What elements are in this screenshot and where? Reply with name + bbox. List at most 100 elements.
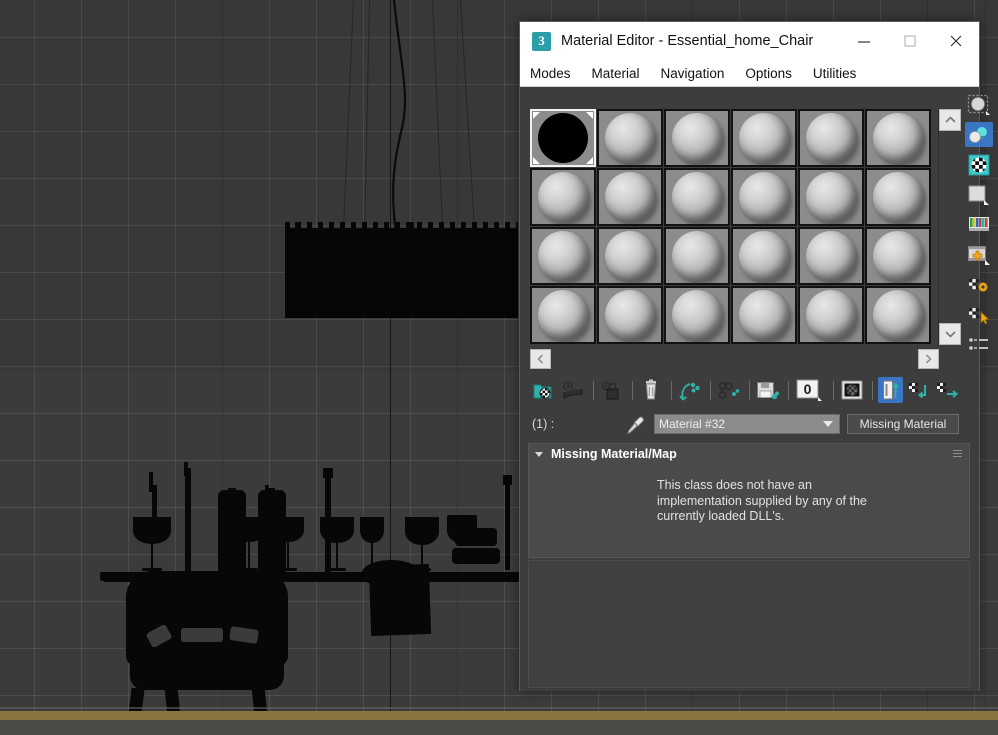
sample-sphere: [672, 113, 722, 163]
minimize-button[interactable]: [841, 23, 887, 60]
sample-slot-19[interactable]: [530, 286, 596, 344]
menu-material[interactable]: Material: [592, 66, 640, 81]
menu-utilities[interactable]: Utilities: [813, 66, 857, 81]
make-preview-icon[interactable]: [965, 242, 993, 267]
sample-sphere: [806, 113, 856, 163]
eyedropper-icon[interactable]: [624, 414, 646, 434]
material-type-button[interactable]: Missing Material: [847, 414, 959, 434]
toolbar-separator: [671, 380, 673, 400]
sample-uv-tiling-icon[interactable]: [965, 182, 993, 207]
lamp-cord-curved: [392, 0, 407, 232]
3dsmax-icon: 3: [532, 31, 551, 51]
select-by-material-icon[interactable]: [965, 302, 993, 327]
sample-slot-6[interactable]: [865, 109, 931, 167]
sample-slot-4[interactable]: [731, 109, 797, 167]
put-material-to-scene-icon[interactable]: [560, 377, 585, 403]
hanging-towel: [368, 563, 432, 637]
sample-slot-12[interactable]: [865, 168, 931, 226]
sample-sphere: [605, 172, 655, 222]
sample-slot-21[interactable]: [664, 286, 730, 344]
make-material-copy-icon[interactable]: [677, 377, 702, 403]
sample-slot-2[interactable]: [597, 109, 663, 167]
sample-sphere: [806, 172, 856, 222]
sample-sphere: [739, 290, 789, 340]
window-titlebar[interactable]: 3 Material Editor - Essential_home_Chair: [520, 22, 979, 60]
sample-type-icon[interactable]: [965, 92, 993, 117]
chevron-down-icon: [823, 421, 833, 427]
go-to-parent-icon[interactable]: [906, 377, 931, 403]
backlight-icon[interactable]: [965, 122, 993, 147]
sample-slot-options-toolbar[interactable]: [963, 92, 995, 357]
slot-active-corner-marker: [533, 112, 540, 119]
lamp-edge-2: [410, 222, 414, 318]
sample-sphere: [605, 231, 655, 281]
material-toolbar[interactable]: 0: [532, 375, 962, 405]
material-map-navigator-icon[interactable]: [965, 332, 993, 357]
slot-horizontal-scrollbar[interactable]: [530, 349, 939, 369]
show-shaded-material-in-viewport-icon[interactable]: [839, 377, 864, 403]
sample-slot-16[interactable]: [731, 227, 797, 285]
menu-modes[interactable]: Modes: [530, 66, 571, 81]
sample-slot-7[interactable]: [530, 168, 596, 226]
sample-slot-18[interactable]: [865, 227, 931, 285]
toolbar-separator: [872, 380, 873, 400]
lamp-edge-1: [295, 222, 299, 318]
material-name-row[interactable]: (1) : Material #32 Missing Material: [532, 413, 968, 435]
material-name-combobox[interactable]: Material #32: [654, 414, 840, 434]
sample-slot-23[interactable]: [798, 286, 864, 344]
material-id-channel-icon[interactable]: 0: [794, 377, 825, 403]
missing-material-rollout[interactable]: Missing Material/Map This class does not…: [528, 443, 970, 558]
close-button[interactable]: [933, 23, 979, 60]
get-material-icon[interactable]: [532, 377, 557, 403]
sample-sphere: [739, 172, 789, 222]
wine-glass-4-bowl: [320, 517, 354, 543]
sample-slot-15[interactable]: [664, 227, 730, 285]
rollout-title: Missing Material/Map: [551, 447, 677, 461]
assign-material-to-selection-icon[interactable]: [599, 377, 624, 403]
slot-scroll-down-button[interactable]: [939, 323, 961, 345]
sample-slot-5[interactable]: [798, 109, 864, 167]
slot-active-corner-marker: [533, 157, 540, 164]
sample-sphere: [538, 290, 588, 340]
sample-slot-grid[interactable]: [530, 109, 933, 345]
sample-slot-1[interactable]: [530, 109, 596, 167]
make-unique-icon[interactable]: [716, 377, 741, 403]
sample-slot-13[interactable]: [530, 227, 596, 285]
sample-slot-10[interactable]: [731, 168, 797, 226]
menu-options[interactable]: Options: [745, 66, 792, 81]
rollout-header[interactable]: Missing Material/Map: [529, 444, 969, 464]
sample-sphere: [538, 113, 588, 163]
menubar[interactable]: Modes Material Navigation Options Utilit…: [520, 60, 979, 87]
background-checker-icon[interactable]: [965, 152, 993, 177]
reset-map-material-icon[interactable]: [638, 377, 663, 403]
slot-scroll-up-button[interactable]: [939, 109, 961, 131]
stacked-plates-2: [452, 548, 500, 564]
show-end-result-icon[interactable]: [878, 377, 904, 403]
options-gear-icon[interactable]: [965, 272, 993, 297]
bottle-5-cap: [323, 468, 333, 478]
sample-slot-17[interactable]: [798, 227, 864, 285]
go-forward-to-sibling-icon[interactable]: [934, 377, 959, 403]
slot-scroll-right-button[interactable]: [918, 349, 939, 369]
sample-slot-8[interactable]: [597, 168, 663, 226]
sample-slot-20[interactable]: [597, 286, 663, 344]
menu-navigation[interactable]: Navigation: [661, 66, 725, 81]
slot-scroll-left-button[interactable]: [530, 349, 551, 369]
toolbar-separator: [593, 380, 595, 400]
sample-slot-3[interactable]: [664, 109, 730, 167]
sample-slot-14[interactable]: [597, 227, 663, 285]
material-editor-window[interactable]: 3 Material Editor - Essential_home_Chair…: [519, 21, 993, 691]
sample-slot-22[interactable]: [731, 286, 797, 344]
sample-slot-11[interactable]: [798, 168, 864, 226]
video-color-check-icon[interactable]: [965, 212, 993, 237]
put-to-library-icon[interactable]: [755, 377, 780, 403]
sample-sphere: [739, 113, 789, 163]
slot-vertical-scrollbar[interactable]: [938, 109, 961, 345]
wine-glass-4-foot: [328, 568, 346, 571]
bottle-6-cap: [503, 475, 512, 485]
sample-slot-9[interactable]: [664, 168, 730, 226]
maximize-button[interactable]: [887, 23, 933, 60]
sample-slot-24[interactable]: [865, 286, 931, 344]
toolbar-separator: [710, 380, 712, 400]
sample-sphere: [672, 290, 722, 340]
